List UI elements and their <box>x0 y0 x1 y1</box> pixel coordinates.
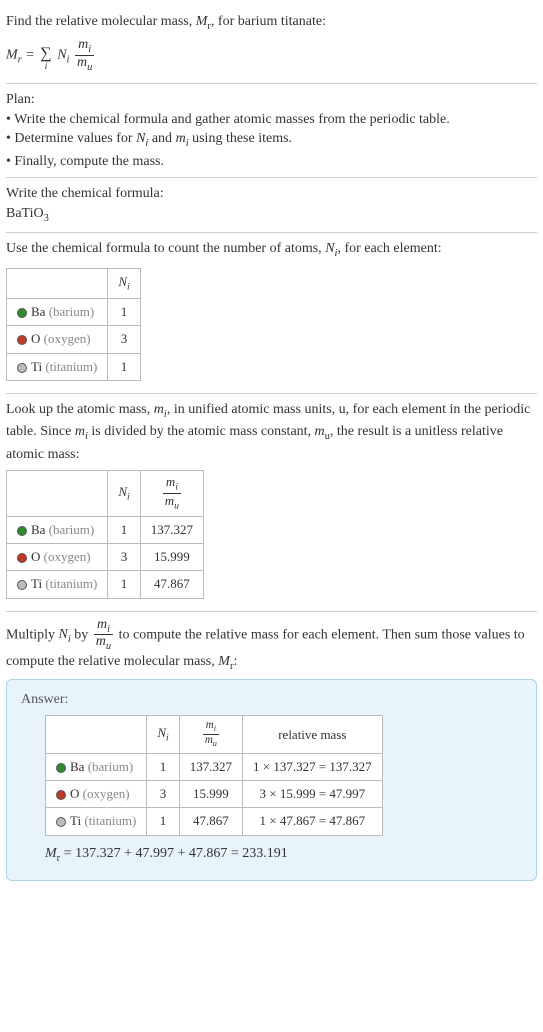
section-formula: Write the chemical formula: BaTiO3 <box>6 178 537 233</box>
table-row: Ba (barium) 1 137.327 <box>7 516 204 543</box>
compute-heading: Multiply Ni by mimu to compute the relat… <box>6 618 537 675</box>
final-result: Mr = 137.327 + 47.997 + 47.867 = 233.191 <box>45 844 522 866</box>
section-plan: Plan: • Write the chemical formula and g… <box>6 84 537 178</box>
cell-n: 3 <box>147 781 179 808</box>
count-table: Ni Ba (barium) 1 O (oxygen) 3 Ti (titani… <box>6 268 141 381</box>
cell-calc: 1 × 137.327 = 137.327 <box>243 754 383 781</box>
element-dot-icon <box>17 526 27 536</box>
mass-heading: Look up the atomic mass, mi, in unified … <box>6 400 537 465</box>
header-mi-over-mu: mimu <box>140 471 203 517</box>
header-relmass: relative mass <box>243 716 383 754</box>
table-header-row: Ni mimu <box>7 471 204 517</box>
element-name: (titanium) <box>45 359 97 374</box>
intro-line: Find the relative molecular mass, Mr, fo… <box>6 12 537 34</box>
answer-table: Ni mimu relative mass Ba (barium) 1 137.… <box>45 715 383 835</box>
chemical-formula: BaTiO3 <box>6 204 537 226</box>
element-name: (oxygen) <box>44 331 91 346</box>
answer-box: Answer: Ni mimu relative mass Ba (barium… <box>6 679 537 881</box>
element-symbol: Ba <box>70 759 84 774</box>
section-intro: Find the relative molecular mass, Mr, fo… <box>6 6 537 84</box>
element-name: (barium) <box>49 304 94 319</box>
table-row: O (oxygen) 3 15.999 <box>7 544 204 571</box>
mass-table: Ni mimu Ba (barium) 1 137.327 O (oxygen)… <box>6 470 204 598</box>
element-dot-icon <box>17 308 27 318</box>
table-header-row: Ni mimu relative mass <box>46 716 383 754</box>
cell-n: 1 <box>147 808 179 835</box>
table-row: Ti (titanium) 1 <box>7 353 141 380</box>
cell-n: 1 <box>108 571 140 598</box>
element-symbol: O <box>70 786 79 801</box>
element-symbol: Ti <box>70 813 81 828</box>
element-name: (titanium) <box>45 576 97 591</box>
element-name: (barium) <box>88 759 133 774</box>
section-atomic-mass: Look up the atomic mass, mi, in unified … <box>6 394 537 612</box>
formula-text: BaTiO <box>6 206 44 221</box>
table-row: O (oxygen) 3 15.999 3 × 15.999 = 47.997 <box>46 781 383 808</box>
table-row: Ba (barium) 1 <box>7 299 141 326</box>
table-row: O (oxygen) 3 <box>7 326 141 353</box>
cell-m: 137.327 <box>140 516 203 543</box>
header-ni: Ni <box>108 268 140 298</box>
cell-calc: 3 × 15.999 = 47.997 <box>243 781 383 808</box>
element-name: (barium) <box>49 522 94 537</box>
formula-sub: 3 <box>44 213 49 224</box>
section-count: Use the chemical formula to count the nu… <box>6 233 537 393</box>
plan-item: • Write the chemical formula and gather … <box>6 110 537 130</box>
cell-calc: 1 × 47.867 = 47.867 <box>243 808 383 835</box>
element-symbol: Ti <box>31 359 42 374</box>
table-row: Ti (titanium) 1 47.867 1 × 47.867 = 47.8… <box>46 808 383 835</box>
cell-m: 47.867 <box>179 808 242 835</box>
element-symbol: Ba <box>31 304 45 319</box>
section-compute: Multiply Ni by mimu to compute the relat… <box>6 612 537 886</box>
cell-n: 3 <box>108 544 140 571</box>
plan-item: • Determine values for Ni and mi using t… <box>6 129 537 151</box>
formula-heading: Write the chemical formula: <box>6 184 537 204</box>
cell-m: 15.999 <box>179 781 242 808</box>
plan-heading: Plan: <box>6 90 537 110</box>
element-dot-icon <box>17 335 27 345</box>
element-name: (titanium) <box>84 813 136 828</box>
element-name: (oxygen) <box>83 786 130 801</box>
answer-inner: Ni mimu relative mass Ba (barium) 1 137.… <box>21 715 522 866</box>
element-dot-icon <box>56 790 66 800</box>
cell-n: 1 <box>108 353 140 380</box>
header-ni: Ni <box>108 471 140 517</box>
element-dot-icon <box>17 580 27 590</box>
table-row: Ti (titanium) 1 47.867 <box>7 571 204 598</box>
element-dot-icon <box>17 553 27 563</box>
count-heading: Use the chemical formula to count the nu… <box>6 239 537 261</box>
element-symbol: O <box>31 549 40 564</box>
table-header-row: Ni <box>7 268 141 298</box>
element-symbol: Ba <box>31 522 45 537</box>
cell-n: 1 <box>147 754 179 781</box>
cell-m: 47.867 <box>140 571 203 598</box>
element-symbol: O <box>31 331 40 346</box>
cell-n: 1 <box>108 299 140 326</box>
cell-n: 1 <box>108 516 140 543</box>
cell-m: 15.999 <box>140 544 203 571</box>
answer-label: Answer: <box>21 690 522 710</box>
header-ni: Ni <box>147 716 179 754</box>
element-name: (oxygen) <box>44 549 91 564</box>
element-symbol: Ti <box>31 576 42 591</box>
intro-formula: Mr = ∑i Ni mimu <box>6 34 537 77</box>
plan-item: • Finally, compute the mass. <box>6 152 537 172</box>
header-mi-over-mu: mimu <box>179 716 242 754</box>
cell-n: 3 <box>108 326 140 353</box>
element-dot-icon <box>17 363 27 373</box>
element-dot-icon <box>56 817 66 827</box>
cell-m: 137.327 <box>179 754 242 781</box>
table-row: Ba (barium) 1 137.327 1 × 137.327 = 137.… <box>46 754 383 781</box>
element-dot-icon <box>56 763 66 773</box>
